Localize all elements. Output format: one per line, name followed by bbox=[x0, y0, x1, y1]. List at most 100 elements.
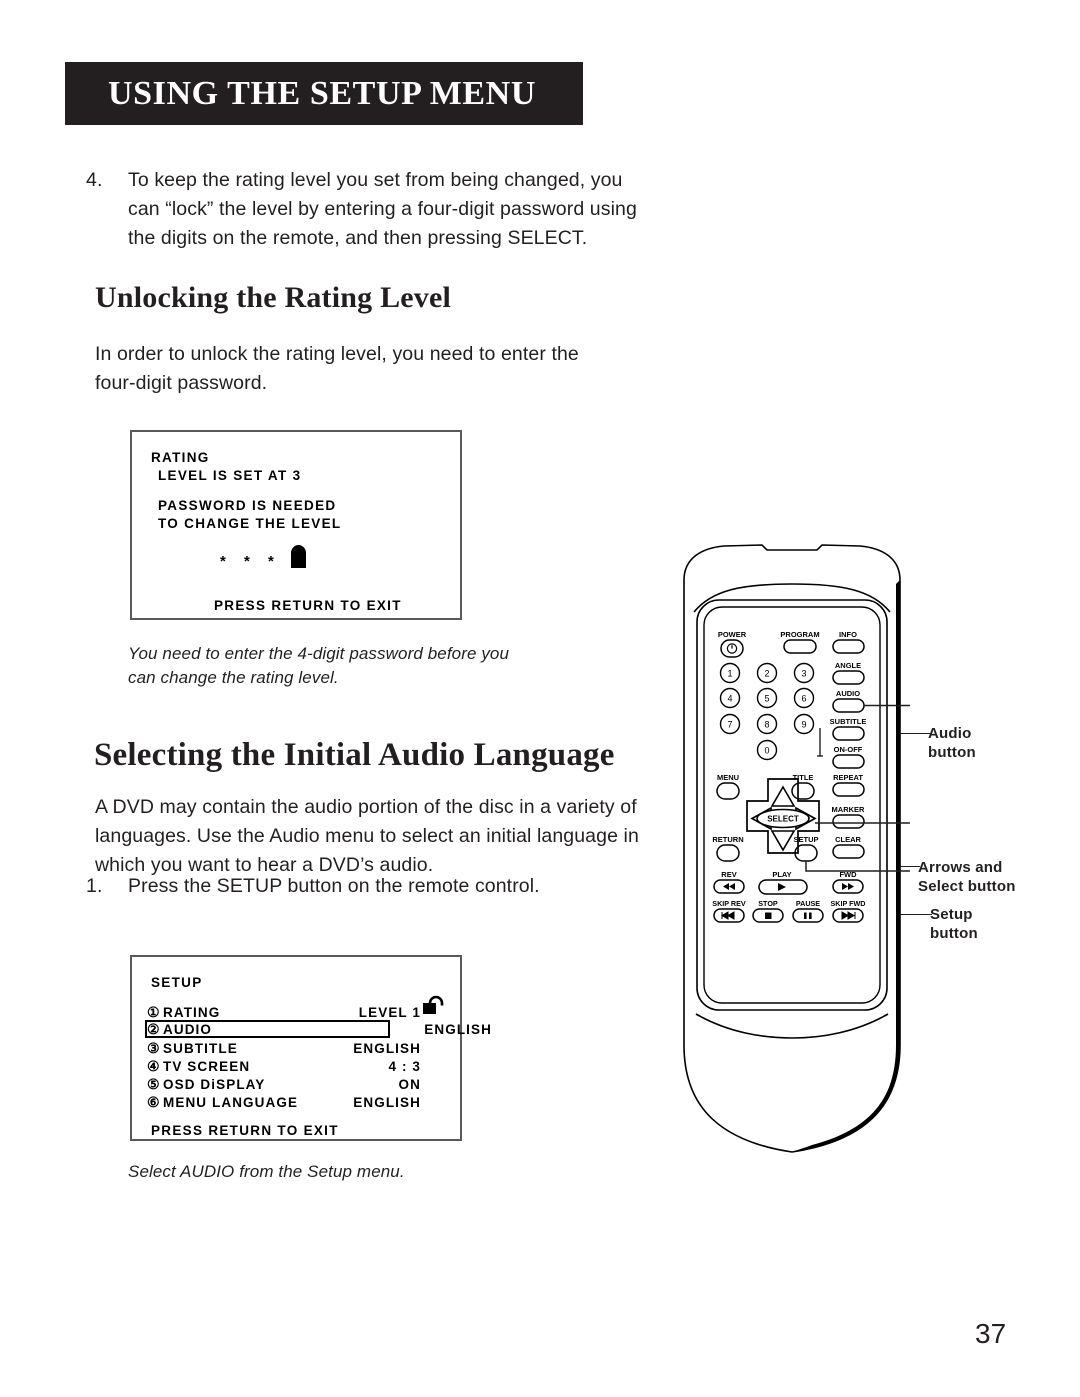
remote-label-setup: SETUP bbox=[793, 835, 818, 844]
heading-unlocking-the-rating-level: Unlocking the Rating Level bbox=[95, 281, 452, 314]
setup-row-label: OSD DiSPLAY bbox=[163, 1076, 266, 1092]
callout-connector-audio bbox=[900, 733, 930, 734]
remote-button-info bbox=[832, 639, 865, 654]
remote-button-menu bbox=[716, 782, 740, 800]
callout-setup-line1: Setup bbox=[930, 906, 973, 923]
osd-rating-exit-line: PRESS RETURN TO EXIT bbox=[214, 598, 402, 613]
page-number: 37 bbox=[975, 1318, 1007, 1349]
remote-button-clear bbox=[832, 844, 865, 859]
remote-label-subtitle: SUBTITLE bbox=[830, 717, 867, 726]
remote-button-return bbox=[716, 844, 740, 862]
osd-setup-exit-line: PRESS RETURN TO EXIT bbox=[151, 1123, 339, 1138]
remote-button-audio bbox=[832, 698, 865, 713]
remote-label-power: POWER bbox=[718, 630, 747, 639]
setup-row-label: AUDIO bbox=[163, 1021, 212, 1037]
svg-text:7: 7 bbox=[727, 720, 732, 730]
setup-row-label: SUBTITLE bbox=[163, 1040, 238, 1056]
remote-label-play: PLAY bbox=[772, 870, 791, 879]
remote-button-on-off bbox=[832, 754, 865, 769]
osd-rating-level-line: LEVEL IS SET AT 3 bbox=[158, 468, 302, 483]
leader-line-setup bbox=[805, 861, 910, 872]
remote-label-rev: REV bbox=[721, 870, 736, 879]
remote-control-diagram: POWER PROGRAM INFO 1 2 3 4 5 6 7 8 9 0 A… bbox=[672, 540, 912, 1160]
callout-audio-line1: Audio bbox=[928, 725, 972, 742]
callout-arrows-select-button: Arrows and Select button bbox=[918, 858, 1016, 896]
osd-rating-screen: RATING LEVEL IS SET AT 3 PASSWORD IS NEE… bbox=[130, 430, 462, 620]
svg-text:8: 8 bbox=[764, 720, 769, 730]
callout-connector-setup bbox=[900, 914, 932, 915]
remote-label-menu: MENU bbox=[717, 773, 739, 782]
caption-rating-screen: You need to enter the 4-digit password b… bbox=[128, 644, 510, 687]
setup-row-number: ④ bbox=[147, 1057, 160, 1074]
remote-label-select: SELECT bbox=[767, 815, 799, 824]
setup-row-label: RATING bbox=[163, 1004, 221, 1020]
remote-button-repeat bbox=[832, 782, 865, 797]
callout-setup-button: Setup button bbox=[930, 905, 978, 943]
callout-setup-line2: button bbox=[930, 925, 978, 942]
osd-setup-title: SETUP bbox=[151, 975, 203, 990]
setup-row-label: MENU LANGUAGE bbox=[163, 1094, 299, 1110]
instruction-step-1: 1. Press the SETUP button on the remote … bbox=[86, 872, 626, 901]
remote-label-pause: PAUSE bbox=[796, 899, 820, 908]
lock-open-icon bbox=[423, 995, 444, 1014]
callout-audio-button: Audio button bbox=[928, 724, 976, 762]
osd-setup-screen: SETUP ① RATING LEVEL 1 ② AUDIO ENGLISH ③… bbox=[130, 955, 491, 1141]
setup-row-subtitle[interactable]: ③ SUBTITLE ENGLISH bbox=[147, 1039, 449, 1057]
setup-row-rating[interactable]: ① RATING LEVEL 1 bbox=[147, 1003, 449, 1021]
remote-label-skip-rev: SKIP REV bbox=[712, 899, 746, 908]
osd-rating-title: RATING bbox=[151, 450, 210, 465]
setup-row-value: ON bbox=[398, 1076, 421, 1092]
svg-text:1: 1 bbox=[727, 669, 732, 679]
paragraph-audio-language: A DVD may contain the audio portion of t… bbox=[95, 796, 639, 876]
remote-label-repeat: REPEAT bbox=[833, 773, 863, 782]
remote-label-clear: CLEAR bbox=[835, 835, 861, 844]
page-header-bar: USING THE SETUP MENU bbox=[65, 62, 583, 125]
callout-arrows-line2: Select button bbox=[918, 878, 1016, 895]
svg-text:3: 3 bbox=[801, 669, 806, 679]
callout-connector-arrows bbox=[900, 866, 920, 867]
svg-text:5: 5 bbox=[764, 694, 769, 704]
remote-label-audio: AUDIO bbox=[836, 689, 860, 698]
remote-label-angle: ANGLE bbox=[835, 661, 861, 670]
remote-label-on-off: ON-OFF bbox=[834, 745, 863, 754]
remote-button-subtitle bbox=[832, 726, 865, 741]
remote-label-title: TITLE bbox=[793, 773, 814, 782]
setup-row-number: ③ bbox=[147, 1039, 160, 1056]
svg-text:9: 9 bbox=[801, 720, 806, 730]
setup-row-number: ② bbox=[147, 1020, 160, 1037]
setup-row-audio-selected[interactable]: ② AUDIO ENGLISH bbox=[145, 1020, 491, 1038]
remote-button-marker bbox=[832, 814, 865, 829]
setup-row-value: ENGLISH bbox=[424, 1021, 492, 1037]
osd-rating-password-line-1: PASSWORD IS NEEDED bbox=[158, 498, 337, 513]
remote-button-title bbox=[791, 782, 815, 800]
setup-row-number: ⑥ bbox=[147, 1093, 160, 1110]
remote-label-skip-fwd: SKIP FWD bbox=[830, 899, 865, 908]
caption-setup-screen: Select AUDIO from the Setup menu. bbox=[128, 1162, 405, 1181]
remote-button-program bbox=[783, 639, 817, 654]
svg-text:4: 4 bbox=[727, 694, 732, 704]
page-title: USING THE SETUP MENU bbox=[108, 74, 536, 112]
remote-label-stop: STOP bbox=[758, 899, 778, 908]
setup-row-value: 4 : 3 bbox=[388, 1058, 421, 1074]
setup-row-value: ENGLISH bbox=[353, 1040, 421, 1056]
setup-row-number: ⑤ bbox=[147, 1075, 160, 1092]
step-number: 4. bbox=[86, 169, 103, 191]
setup-row-value: ENGLISH bbox=[353, 1094, 421, 1110]
callout-audio-line2: button bbox=[928, 744, 976, 761]
step-number: 1. bbox=[86, 875, 103, 897]
step-text: To keep the rating level you set from be… bbox=[128, 169, 637, 249]
remote-button-down bbox=[770, 830, 796, 852]
setup-row-tv-screen[interactable]: ④ TV SCREEN 4 : 3 bbox=[147, 1057, 449, 1075]
remote-label-marker: MARKER bbox=[832, 805, 865, 814]
step-text: Press the SETUP button on the remote con… bbox=[128, 875, 540, 897]
callout-arrows-line1: Arrows and bbox=[918, 859, 1003, 876]
remote-label-program: PROGRAM bbox=[780, 630, 819, 639]
setup-row-osd-display[interactable]: ⑤ OSD DiSPLAY ON bbox=[147, 1075, 449, 1093]
svg-text:0: 0 bbox=[764, 746, 769, 756]
instruction-step-4: 4. To keep the rating level you set from… bbox=[86, 166, 651, 253]
remote-button-pause bbox=[792, 908, 824, 923]
setup-row-label: TV SCREEN bbox=[163, 1058, 251, 1074]
remote-label-return: RETURN bbox=[712, 835, 743, 844]
svg-text:6: 6 bbox=[801, 694, 806, 704]
setup-row-menu-language[interactable]: ⑥ MENU LANGUAGE ENGLISH bbox=[147, 1093, 449, 1111]
